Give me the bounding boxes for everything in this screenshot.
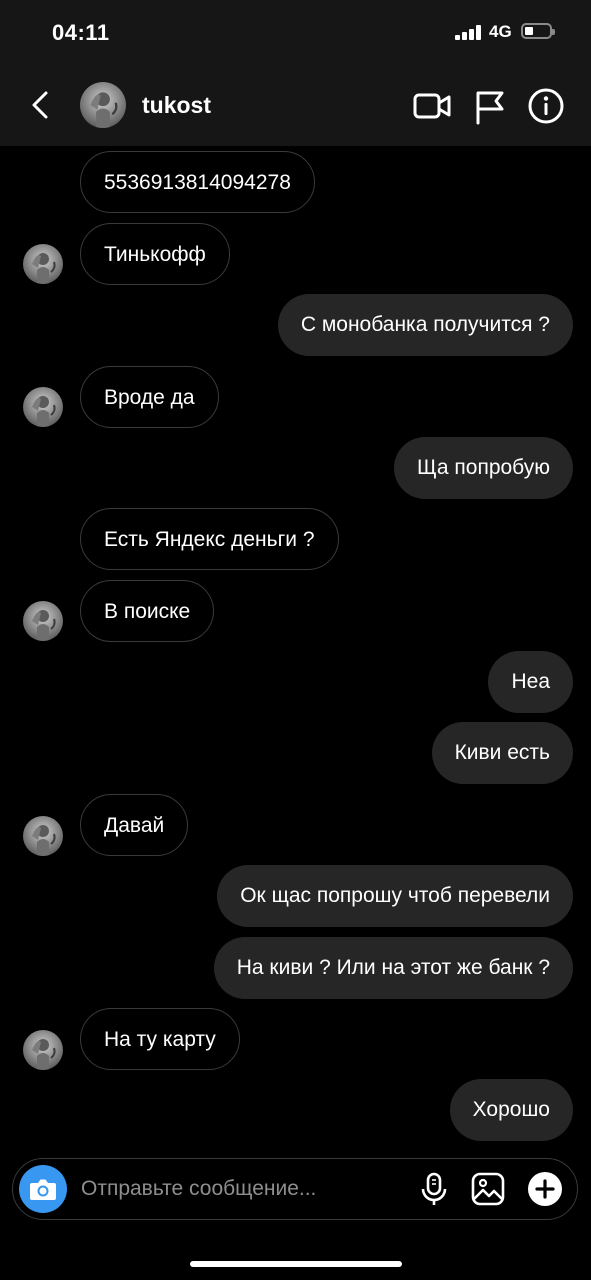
message-incoming[interactable]: Давай: [80, 794, 189, 856]
message-incoming[interactable]: На ту карту: [80, 1008, 240, 1070]
battery-icon: [521, 23, 555, 39]
avatar[interactable]: [23, 1030, 63, 1070]
chat-username[interactable]: tukost: [142, 92, 211, 119]
message-outgoing[interactable]: Хорошо: [449, 1079, 573, 1141]
message-outgoing[interactable]: Неа: [488, 651, 573, 713]
message-outgoing[interactable]: Ок щас попрошу чтоб перевели: [217, 865, 573, 927]
status-bar: 04:11 4G: [0, 0, 591, 66]
message-incoming[interactable]: Тинькофф: [80, 223, 230, 285]
avatar[interactable]: [23, 244, 63, 284]
status-time: 04:11: [52, 20, 110, 45]
video-call-icon[interactable]: [412, 86, 452, 126]
network-type: 4G: [489, 22, 512, 41]
avatar[interactable]: [23, 387, 63, 427]
gallery-icon[interactable]: [469, 1170, 507, 1208]
message-outgoing[interactable]: На киви ? Или на этот же банк ?: [213, 937, 573, 999]
camera-icon: [30, 1179, 56, 1200]
avatar[interactable]: [23, 601, 63, 641]
message-input[interactable]: Отправьте сообщение...: [81, 1177, 316, 1201]
message-outgoing[interactable]: С монобанка получится ?: [277, 294, 573, 356]
message-incoming[interactable]: В поиске: [80, 580, 215, 642]
message-composer: Отправьте сообщение...: [12, 1158, 578, 1220]
back-icon[interactable]: [26, 88, 56, 122]
message-incoming[interactable]: Вроде да: [80, 366, 219, 428]
message-outgoing[interactable]: Киви есть: [431, 722, 573, 784]
flag-icon[interactable]: [470, 86, 510, 126]
info-icon[interactable]: [526, 86, 566, 126]
add-icon[interactable]: [526, 1170, 564, 1208]
message-incoming[interactable]: 5536913814094278: [80, 151, 315, 213]
chat-header: tukost: [0, 66, 591, 146]
avatar[interactable]: [23, 816, 63, 856]
message-outgoing[interactable]: Ща попробую: [393, 437, 573, 499]
signal-icon: [455, 24, 483, 40]
message-incoming[interactable]: Есть Яндекс деньги ?: [80, 508, 339, 570]
microphone-icon[interactable]: [415, 1170, 453, 1208]
home-indicator[interactable]: [190, 1261, 402, 1267]
avatar[interactable]: [80, 82, 126, 128]
camera-button[interactable]: [19, 1165, 67, 1213]
